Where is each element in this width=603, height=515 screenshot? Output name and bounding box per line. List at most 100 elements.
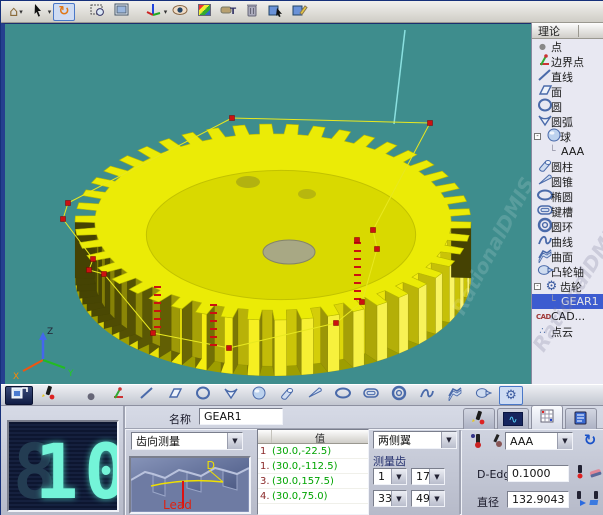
- tooth-number-select-1[interactable]: 1▼: [373, 468, 407, 485]
- lcd-value: 10: [35, 428, 119, 512]
- sphere-button[interactable]: [247, 386, 271, 405]
- camshaft-button[interactable]: [471, 386, 495, 405]
- chevron-down-icon[interactable]: ▼: [557, 433, 572, 449]
- tree-header[interactable]: 理论: [532, 23, 603, 39]
- tree-item-球[interactable]: -球: [532, 129, 603, 144]
- axis-x-label: X: [13, 372, 19, 382]
- value-row[interactable]: 3.(30.0,157.5): [258, 474, 368, 489]
- tree-item-点云[interactable]: ∴点云: [532, 324, 603, 339]
- tree-item-label: 边界点: [551, 54, 584, 70]
- home-button[interactable]: ⌂▾: [5, 3, 27, 21]
- window-cube-icon: [10, 385, 28, 405]
- tab-graph[interactable]: ∿: [497, 408, 529, 429]
- chevron-down-icon[interactable]: ▼: [391, 491, 406, 506]
- zoom-window-icon: [89, 2, 107, 21]
- tool-icon: T: [219, 2, 237, 21]
- gear-icon: ⚙: [505, 388, 517, 403]
- axis-y-label: Y: [67, 369, 74, 379]
- plane-icon: [166, 385, 184, 405]
- slot-button[interactable]: [359, 386, 383, 405]
- coordinate-system-select[interactable]: AAA ▼: [505, 432, 573, 450]
- measure-mode-select[interactable]: 齿向测量 ▼: [131, 432, 243, 450]
- diameter-input[interactable]: 132.9043: [507, 491, 569, 508]
- tree-item-GEAR1[interactable]: └GEAR1有坐: [532, 294, 603, 309]
- tooth-number-select-4[interactable]: 49▼: [411, 490, 445, 507]
- boundary-point-button[interactable]: [107, 386, 131, 405]
- measurement-panel: 8 10 名称 GEAR1 齿向测量 ▼ D Lead: [1, 406, 603, 515]
- plane-button[interactable]: [163, 386, 187, 405]
- cylinder-icon: [278, 385, 296, 405]
- delete-button[interactable]: [241, 3, 263, 21]
- value-row[interactable]: 4.(30.0,75.0): [258, 489, 368, 504]
- select-solid-button[interactable]: [265, 3, 287, 21]
- chevron-down-icon[interactable]: ▼: [391, 469, 406, 484]
- tab-probe[interactable]: [463, 408, 495, 429]
- tools-button[interactable]: T: [217, 3, 239, 21]
- tree-item-凸轮轴[interactable]: 凸轮轴: [532, 264, 603, 279]
- dropdown-caret-icon[interactable]: ▾: [19, 8, 23, 16]
- measured-values-table[interactable]: 值 1(30.0,-22.5)1.(30.0,-112.5)3.(30.0,15…: [257, 429, 369, 515]
- axis-view-button[interactable]: ▾: [145, 3, 167, 21]
- feature-tree-panel: 理论 ●点边界点直线面圆圆弧-球└AAA圆柱圆锥椭圆键槽圆环曲线曲面凸轮轴-⚙齿…: [531, 23, 603, 384]
- tooth-number-select-2[interactable]: 17▼: [411, 468, 445, 485]
- zoom-window-button[interactable]: [87, 3, 109, 21]
- probe-button[interactable]: [37, 386, 61, 405]
- ellipse-button[interactable]: [331, 386, 355, 405]
- probe-window-button[interactable]: [5, 386, 33, 405]
- probe-angle-icon[interactable]: [487, 433, 505, 449]
- tree-expander[interactable]: -: [534, 283, 541, 290]
- tooth-number-value: 49: [412, 491, 429, 506]
- point-button[interactable]: ●: [79, 386, 103, 405]
- table-body: 1(30.0,-22.5)1.(30.0,-112.5)3.(30.0,157.…: [258, 444, 368, 504]
- flank-select[interactable]: 两侧翼 ▼: [373, 431, 457, 449]
- eye-icon: [171, 2, 189, 21]
- line-button[interactable]: [135, 386, 159, 405]
- tree-item-label: 圆柱: [551, 159, 573, 175]
- circle-button[interactable]: [191, 386, 215, 405]
- view-eye-button[interactable]: [169, 3, 191, 21]
- viewport-3d[interactable]: ZXY RationalDMIS: [1, 23, 531, 384]
- row-value: (30.0,-112.5): [272, 461, 368, 472]
- surface-button[interactable]: [443, 386, 467, 405]
- select-cursor-button[interactable]: ▾: [29, 3, 51, 21]
- edit-solid-button[interactable]: [289, 3, 311, 21]
- chevron-down-icon[interactable]: ▼: [227, 433, 242, 449]
- cylinder-button[interactable]: [275, 386, 299, 405]
- arc-button[interactable]: [219, 386, 243, 405]
- value-row[interactable]: 1.(30.0,-112.5): [258, 459, 368, 474]
- rotate-view-button[interactable]: ↻: [53, 3, 75, 21]
- dropdown-caret-icon[interactable]: ▾: [48, 8, 52, 16]
- dropdown-caret-icon[interactable]: ▾: [164, 8, 168, 16]
- tab-report[interactable]: [565, 408, 597, 429]
- chevron-down-icon[interactable]: ▼: [441, 432, 456, 448]
- top-toolbar: ⌂▾▾↻▾T: [1, 1, 603, 23]
- tree-item-圆弧[interactable]: 圆弧: [532, 114, 603, 129]
- cone-button[interactable]: [303, 386, 327, 405]
- chevron-down-icon[interactable]: ▼: [429, 491, 444, 506]
- color-palette-button[interactable]: [193, 3, 215, 21]
- tooth-number-value: 33: [374, 491, 391, 506]
- diameter-label: 直径: [477, 494, 499, 510]
- name-input[interactable]: GEAR1: [199, 408, 283, 425]
- tab-table[interactable]: [531, 405, 563, 429]
- curve-button[interactable]: [415, 386, 439, 405]
- probe-config-icon[interactable]: [469, 433, 487, 449]
- lead-annotation: Lead: [163, 498, 192, 512]
- tree-item-label: 椭圆: [551, 189, 573, 205]
- gear-icon: ⚙: [545, 280, 558, 294]
- tooth-number-select-3[interactable]: 33▼: [373, 490, 407, 507]
- gear-button[interactable]: ⚙: [499, 386, 523, 405]
- tree-expander[interactable]: -: [534, 133, 541, 140]
- fit-view-button[interactable]: [111, 3, 133, 21]
- cube-cursor-icon: [267, 2, 285, 21]
- tree-item-齿轮[interactable]: -⚙齿轮: [532, 279, 603, 294]
- tree-item-CAD...[interactable]: CADCAD...: [532, 309, 603, 324]
- probe-flag-icon[interactable]: [587, 490, 603, 506]
- measure-mode-value: 齿向测量: [132, 432, 227, 450]
- chevron-down-icon[interactable]: ▼: [429, 469, 444, 484]
- ring-button[interactable]: [387, 386, 411, 405]
- eraser-icon[interactable]: [587, 464, 603, 480]
- value-row[interactable]: 1(30.0,-22.5): [258, 444, 368, 459]
- refresh-icon[interactable]: ↻: [581, 432, 599, 448]
- dedge-input[interactable]: 0.1000: [507, 465, 569, 482]
